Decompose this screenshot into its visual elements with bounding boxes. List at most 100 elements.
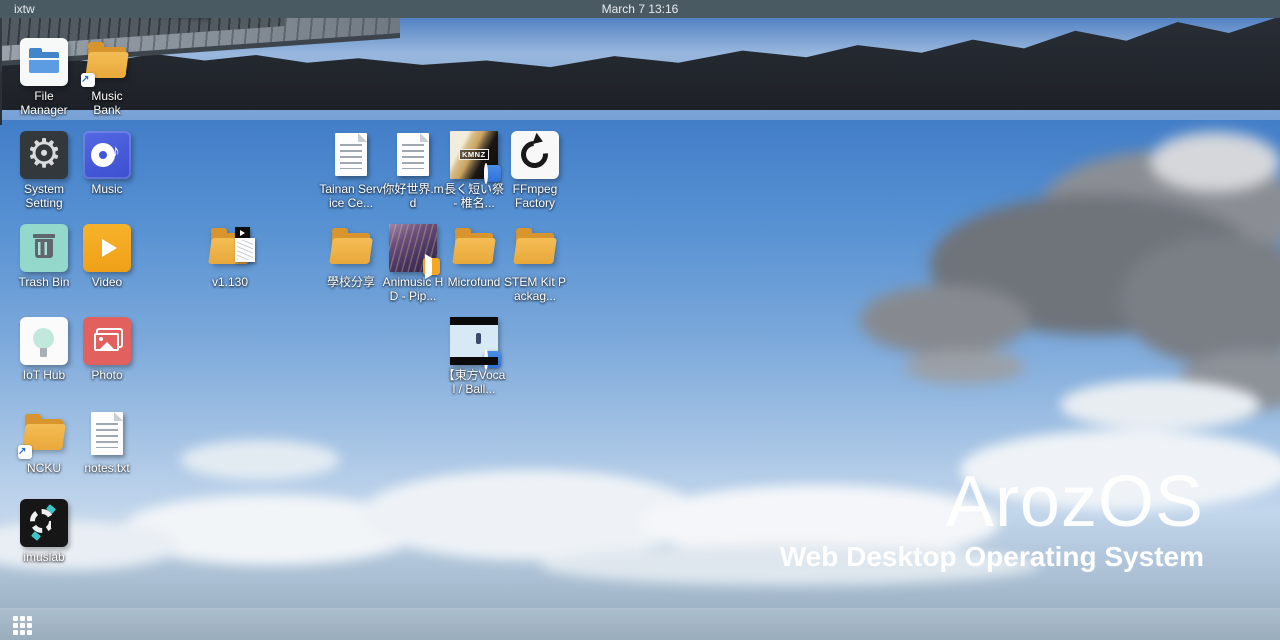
desktop-icon-ncku[interactable]: ↗ NCKU	[11, 410, 77, 476]
play-badge-icon	[423, 258, 440, 275]
text-document-icon	[335, 133, 367, 176]
icon-label: v1.130	[197, 276, 263, 290]
desktop-icon-music[interactable]: ♪ Music	[74, 131, 140, 197]
username-label[interactable]: ixtw	[14, 2, 35, 16]
blue-folder-icon	[29, 52, 59, 73]
icon-label: Microfund	[441, 276, 507, 290]
iot-hub-icon	[20, 317, 68, 365]
apps-grid-icon	[20, 616, 25, 621]
stem-kit-icon	[511, 224, 559, 272]
ncku-icon: ↗	[20, 410, 68, 458]
video-icon	[83, 224, 131, 272]
topbar: ixtw March 7 13:16	[0, 0, 1280, 18]
apps-grid-icon	[27, 630, 32, 635]
desktop-icon-iot-hub[interactable]: IoT Hub	[11, 317, 77, 383]
apps-grid-icon	[13, 616, 18, 621]
icon-label: Animusic H D - Pip...	[380, 276, 446, 303]
apps-menu-button[interactable]	[13, 616, 32, 635]
text-document-icon	[397, 133, 429, 176]
clock-label: March 7 13:16	[602, 2, 679, 16]
thumbnail-caption: KMNZ	[459, 149, 489, 160]
shortcut-badge-icon: ↗	[18, 445, 32, 459]
icon-label: Video	[74, 276, 140, 290]
gear-icon: ⚙	[20, 131, 68, 179]
desktop[interactable]: ArozOS Web Desktop Operating System File…	[0, 0, 1280, 640]
desktop-icon-notes-txt[interactable]: notes.txt	[74, 410, 140, 476]
desktop-icon-video[interactable]: Video	[74, 224, 140, 290]
microfund-icon	[450, 224, 498, 272]
desktop-icon-animusic[interactable]: Animusic H D - Pip...	[380, 224, 446, 303]
taskbar	[0, 608, 1280, 640]
desktop-icons: File Manager ↗ Music Bank⚙ System Setting♪ M…	[0, 0, 1280, 640]
logo-gap	[51, 518, 61, 528]
icon-label: Trash Bin	[11, 276, 77, 290]
tainan-doc-icon	[327, 131, 375, 179]
shortcut-badge-icon: ↗	[81, 73, 95, 87]
desktop-icon-touhou-media[interactable]: 【東方Voca l / Ball...	[441, 317, 507, 396]
icon-label: 學校分享	[318, 276, 384, 290]
icon-label: Music	[74, 183, 140, 197]
icon-label: STEM Kit P ackag...	[502, 276, 568, 303]
apps-grid-icon	[27, 616, 32, 621]
desktop-icon-school-share[interactable]: 學校分享	[318, 224, 384, 290]
school-share-icon	[327, 224, 375, 272]
text-document-icon	[91, 412, 123, 455]
animusic-icon	[389, 224, 437, 272]
media-badge-icon	[484, 351, 501, 368]
desktop-icon-file-manager[interactable]: File Manager	[11, 38, 77, 117]
v1130-icon	[206, 224, 254, 272]
apps-grid-icon	[13, 623, 18, 628]
hello-world-md-icon	[389, 131, 437, 179]
trash-can-icon	[35, 239, 53, 258]
imuslab-icon	[20, 499, 68, 547]
icon-label: Photo	[74, 369, 140, 383]
desktop-icon-tainan-doc[interactable]: Tainan Serv ice Ce...	[318, 131, 384, 210]
icon-label: FFmpeg Factory	[502, 183, 568, 210]
icon-label: imuslab	[11, 551, 77, 565]
photo-icon	[83, 317, 131, 365]
folder-front	[513, 238, 557, 264]
folder-front	[329, 238, 373, 264]
icon-label: Tainan Serv ice Ce...	[318, 183, 384, 210]
thumbnail-figure	[476, 333, 481, 344]
icon-label: IoT Hub	[11, 369, 77, 383]
system-setting-icon: ⚙	[20, 131, 68, 179]
media-badge-icon	[484, 165, 501, 182]
desktop-icon-kmnz-media[interactable]: KMNZ 長く短い祭 - 椎名...	[441, 131, 507, 210]
icon-label: System Setting	[11, 183, 77, 210]
play-icon	[102, 239, 117, 257]
desktop-icon-system-setting[interactable]: ⚙ System Setting	[11, 131, 77, 210]
apps-grid-icon	[13, 630, 18, 635]
apps-grid-icon	[27, 623, 32, 628]
photo-stack-icon	[94, 333, 119, 351]
desktop-icon-stem-kit[interactable]: STEM Kit P ackag...	[502, 224, 568, 303]
music-icon: ♪	[83, 131, 131, 179]
touhou-media-icon	[450, 317, 498, 365]
icon-label: notes.txt	[74, 462, 140, 476]
ffmpeg-factory-icon	[511, 131, 559, 179]
notes-txt-icon	[83, 410, 131, 458]
desktop-icon-trash-bin[interactable]: Trash Bin	[11, 224, 77, 290]
icon-label: 你好世界.m d	[380, 183, 446, 210]
desktop-icon-hello-world-md[interactable]: 你好世界.m d	[380, 131, 446, 210]
apps-grid-icon	[20, 623, 25, 628]
folder-front	[452, 238, 496, 264]
trash-bin-icon	[20, 224, 68, 272]
icon-label: File Manager	[11, 90, 77, 117]
preview-thumb-light	[235, 238, 255, 262]
desktop-icon-photo[interactable]: Photo	[74, 317, 140, 383]
desktop-icon-imuslab[interactable]: imuslab	[11, 499, 77, 565]
icon-label: 長く短い祭 - 椎名...	[441, 183, 507, 210]
file-manager-icon	[20, 38, 68, 86]
desktop-icon-music-bank[interactable]: ↗ Music Bank	[74, 38, 140, 117]
desktop-icon-microfund[interactable]: Microfund	[441, 224, 507, 290]
desktop-icon-ffmpeg-factory[interactable]: FFmpeg Factory	[502, 131, 568, 210]
kmnz-media-icon: KMNZ	[450, 131, 498, 179]
desktop-icon-v1130[interactable]: v1.130	[197, 224, 263, 290]
icon-label: Music Bank	[74, 90, 140, 117]
light-bulb-icon	[33, 328, 54, 349]
apps-grid-icon	[20, 630, 25, 635]
icon-label: 【東方Voca l / Ball...	[441, 369, 507, 396]
icon-label: NCKU	[11, 462, 77, 476]
music-bank-icon: ↗	[83, 38, 131, 86]
